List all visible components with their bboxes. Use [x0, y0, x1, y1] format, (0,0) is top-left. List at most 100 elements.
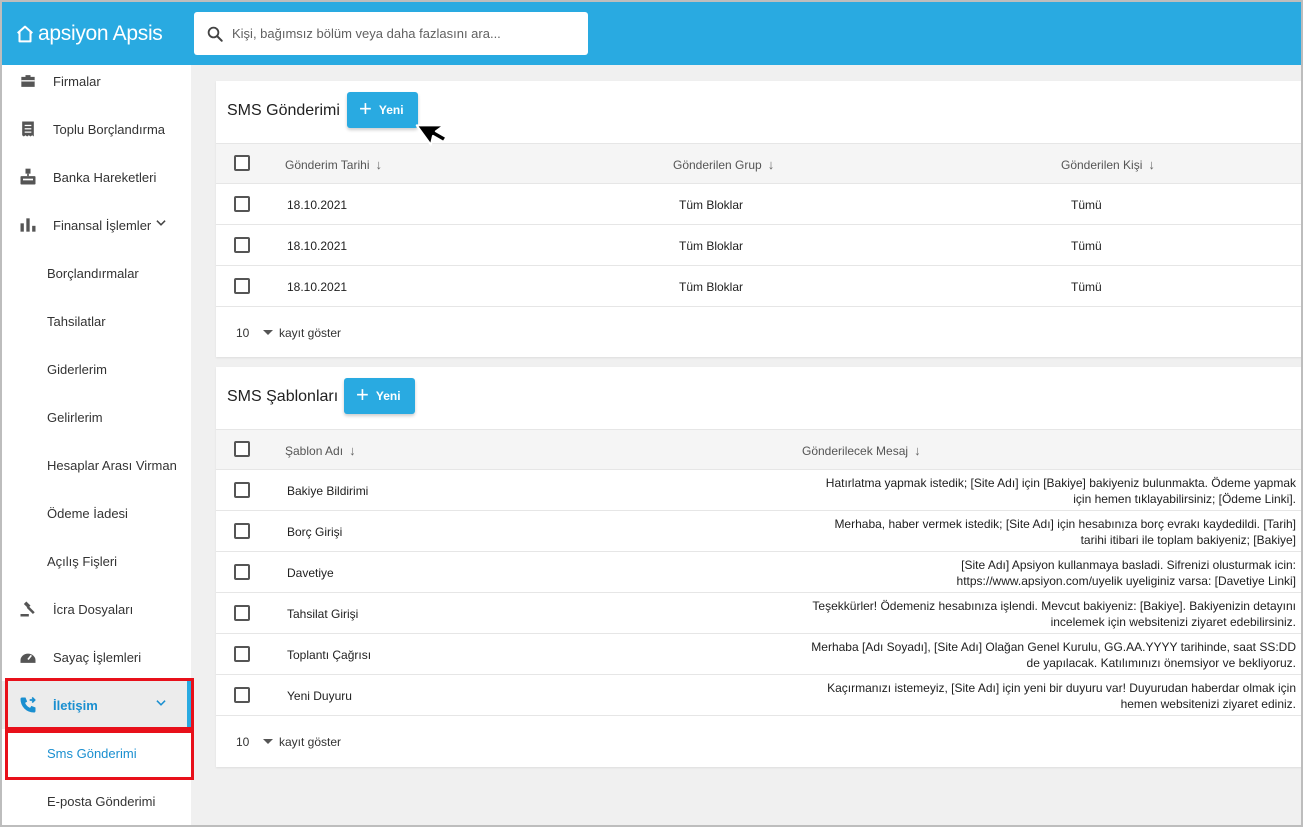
sidebar-item-gelirlerim[interactable]: Gelirlerim — [2, 393, 191, 441]
cell-template-name: Borç Girişi — [287, 525, 343, 539]
sidebar-item-firmalar[interactable]: Firmalar — [2, 57, 191, 105]
select-all-checkbox[interactable] — [234, 155, 250, 171]
cell-template-name: Yeni Duyuru — [287, 689, 352, 703]
briefcase-icon — [21, 75, 35, 87]
bar-chart-icon — [20, 218, 36, 232]
dropdown-arrow-icon[interactable] — [263, 739, 273, 744]
table-row[interactable]: 18.10.2021 Tüm Bloklar Tümü — [216, 184, 1301, 225]
page-size-value[interactable]: 10 — [236, 326, 249, 340]
table-row[interactable]: Tahsilat Girişi Teşekkürler! Ödemeniz he… — [216, 593, 1301, 634]
table-row[interactable]: Toplantı Çağrısı Merhaba [Adı Soyadı], [… — [216, 634, 1301, 675]
app-frame: apsiyon Apsis Firmalar Toplu Borçlandırm… — [0, 0, 1303, 827]
sidebar-item-label: Tahsilatlar — [47, 313, 106, 329]
sms-sending-pagination: 10 kayıt göster — [216, 307, 1301, 357]
cell-person: Tümü — [1071, 198, 1102, 212]
row-checkbox[interactable] — [234, 482, 250, 498]
sidebar-item-sayac-islemleri[interactable]: Sayaç İşlemleri — [2, 633, 191, 681]
table-row[interactable]: Bakiye Bildirimi Hatırlatma yapmak isted… — [216, 470, 1301, 511]
cell-message: [Site Adı] Apsiyon kullanmaya basladi. S… — [736, 557, 1296, 589]
sidebar-item-label: Banka Hareketleri — [53, 169, 157, 185]
column-header-person[interactable]: Gönderilen Kişi ↓ — [1061, 157, 1155, 172]
sms-sending-new-button[interactable]: + Yeni — [347, 92, 418, 128]
row-checkbox[interactable] — [234, 605, 250, 621]
sidebar-item-tahsilatlar[interactable]: Tahsilatlar — [2, 297, 191, 345]
cell-message: Hatırlatma yapmak istedik; [Site Adı] iç… — [736, 475, 1296, 507]
sidebar-item-label: Hesaplar Arası Virman — [47, 457, 177, 473]
search-input[interactable] — [232, 26, 572, 41]
receipt-icon — [22, 121, 34, 137]
message-line: tarihi itibari ile toplam bakiyeniz; [Ba… — [1080, 533, 1296, 547]
sidebar-item-label: Borçlandırmalar — [47, 265, 139, 281]
row-checkbox[interactable] — [234, 196, 250, 212]
table-row[interactable]: Borç Girişi Merhaba, haber vermek istedi… — [216, 511, 1301, 552]
sms-templates-new-button[interactable]: + Yeni — [344, 378, 415, 414]
cell-group: Tüm Bloklar — [679, 280, 744, 294]
cell-date: 18.10.2021 — [287, 280, 348, 294]
message-line: de yapılacak. Katılımınızı önemsiyor ve … — [1026, 656, 1296, 670]
sms-sending-title: SMS Gönderimi — [227, 102, 340, 119]
sidebar-item-label: Ödeme İadesi — [47, 505, 128, 521]
page-size-label: kayıt göster — [279, 735, 342, 749]
sidebar-item-iletisim[interactable]: İletişim — [2, 681, 191, 729]
plus-icon: + — [359, 96, 372, 121]
active-indicator — [187, 681, 191, 729]
cell-group: Tüm Bloklar — [679, 198, 744, 212]
sidebar-item-sms-gonderimi[interactable]: Sms Gönderimi — [2, 729, 191, 777]
sidebar-item-toplu-borclandirma[interactable]: Toplu Borçlandırma — [2, 105, 191, 153]
sidebar-item-borclandirmalar[interactable]: Borçlandırmalar — [2, 249, 191, 297]
table-row[interactable]: 18.10.2021 Tüm Bloklar Tümü — [216, 225, 1301, 266]
search-box[interactable] — [194, 12, 588, 55]
table-row[interactable]: Yeni Duyuru Kaçırmanızı istemeyiz, [Site… — [216, 675, 1301, 716]
sidebar-item-banka-hareketleri[interactable]: Banka Hareketleri — [2, 153, 191, 201]
cell-message: Merhaba, haber vermek istedik; [Site Adı… — [736, 516, 1296, 548]
cell-date: 18.10.2021 — [287, 198, 348, 212]
cell-message: Kaçırmanızı istemeyiz, [Site Adı] için y… — [736, 680, 1296, 712]
table-row[interactable]: 18.10.2021 Tüm Bloklar Tümü — [216, 266, 1301, 307]
row-checkbox[interactable] — [234, 237, 250, 253]
chevron-down-icon — [156, 220, 166, 226]
sms-sending-card: SMS Gönderimi + Yeni Gönderim Tarihi ↓ G… — [216, 81, 1301, 357]
sidebar-item-finansal-islemler[interactable]: Finansal İşlemler — [2, 201, 191, 249]
cell-date: 18.10.2021 — [287, 239, 348, 253]
column-header-date[interactable]: Gönderim Tarihi ↓ — [285, 157, 382, 172]
sidebar-item-label: Gelirlerim — [47, 409, 103, 425]
column-label: Şablon Adı — [285, 443, 344, 458]
column-header-group[interactable]: Gönderilen Grup ↓ — [673, 157, 774, 172]
cell-template-name: Davetiye — [287, 566, 334, 580]
row-checkbox[interactable] — [234, 523, 250, 539]
sms-sending-table-header: Gönderim Tarihi ↓ Gönderilen Grup ↓ Gönd… — [216, 143, 1301, 184]
message-line: Teşekkürler! Ödemeniz hesabınıza işlendi… — [812, 599, 1296, 613]
cell-message: Merhaba [Adı Soyadı], [Site Adı] Olağan … — [736, 639, 1296, 671]
meter-icon — [20, 653, 36, 663]
chevron-down-icon — [156, 700, 166, 706]
column-header-template-name[interactable]: Şablon Adı ↓ — [285, 443, 356, 458]
plus-icon: + — [356, 382, 369, 407]
sidebar-item-icra-dosyalari[interactable]: İcra Dosyaları — [2, 585, 191, 633]
row-checkbox[interactable] — [234, 278, 250, 294]
gavel-icon — [20, 601, 35, 617]
row-checkbox[interactable] — [234, 646, 250, 662]
column-header-message[interactable]: Gönderilecek Mesaj ↓ — [802, 443, 921, 458]
sidebar-item-label: Firmalar — [53, 73, 101, 89]
sidebar-item-eposta-gonderimi[interactable]: E-posta Gönderimi — [2, 777, 191, 825]
sidebar-item-acilis-fisleri[interactable]: Açılış Fişleri — [2, 537, 191, 585]
row-checkbox[interactable] — [234, 687, 250, 703]
sidebar-item-label: Açılış Fişleri — [47, 553, 118, 569]
sort-arrow-icon: ↓ — [767, 157, 775, 172]
page-size-label: kayıt göster — [279, 326, 342, 340]
sidebar: Firmalar Toplu Borçlandırma Banka Hareke… — [2, 65, 191, 825]
sidebar-item-odeme-iadesi[interactable]: Ödeme İadesi — [2, 489, 191, 537]
message-line: Merhaba, haber vermek istedik; [Site Adı… — [834, 517, 1296, 531]
sidebar-item-hesaplar-arasi-virman[interactable]: Hesaplar Arası Virman — [2, 441, 191, 489]
app-logo[interactable]: apsiyon Apsis — [14, 20, 163, 48]
sidebar-item-giderlerim[interactable]: Giderlerim — [2, 345, 191, 393]
page-size-value[interactable]: 10 — [236, 735, 249, 749]
sidebar-item-label: Toplu Borçlandırma — [53, 121, 165, 137]
phone-forward-icon — [20, 696, 36, 713]
row-checkbox[interactable] — [234, 564, 250, 580]
dropdown-arrow-icon[interactable] — [263, 330, 273, 335]
table-row[interactable]: Davetiye [Site Adı] Apsiyon kullanmaya b… — [216, 552, 1301, 593]
top-bar: apsiyon Apsis — [2, 2, 1301, 65]
select-all-checkbox[interactable] — [234, 441, 250, 457]
sms-templates-card: SMS Şablonları + Yeni Şablon Adı ↓ Gönde… — [216, 367, 1301, 767]
